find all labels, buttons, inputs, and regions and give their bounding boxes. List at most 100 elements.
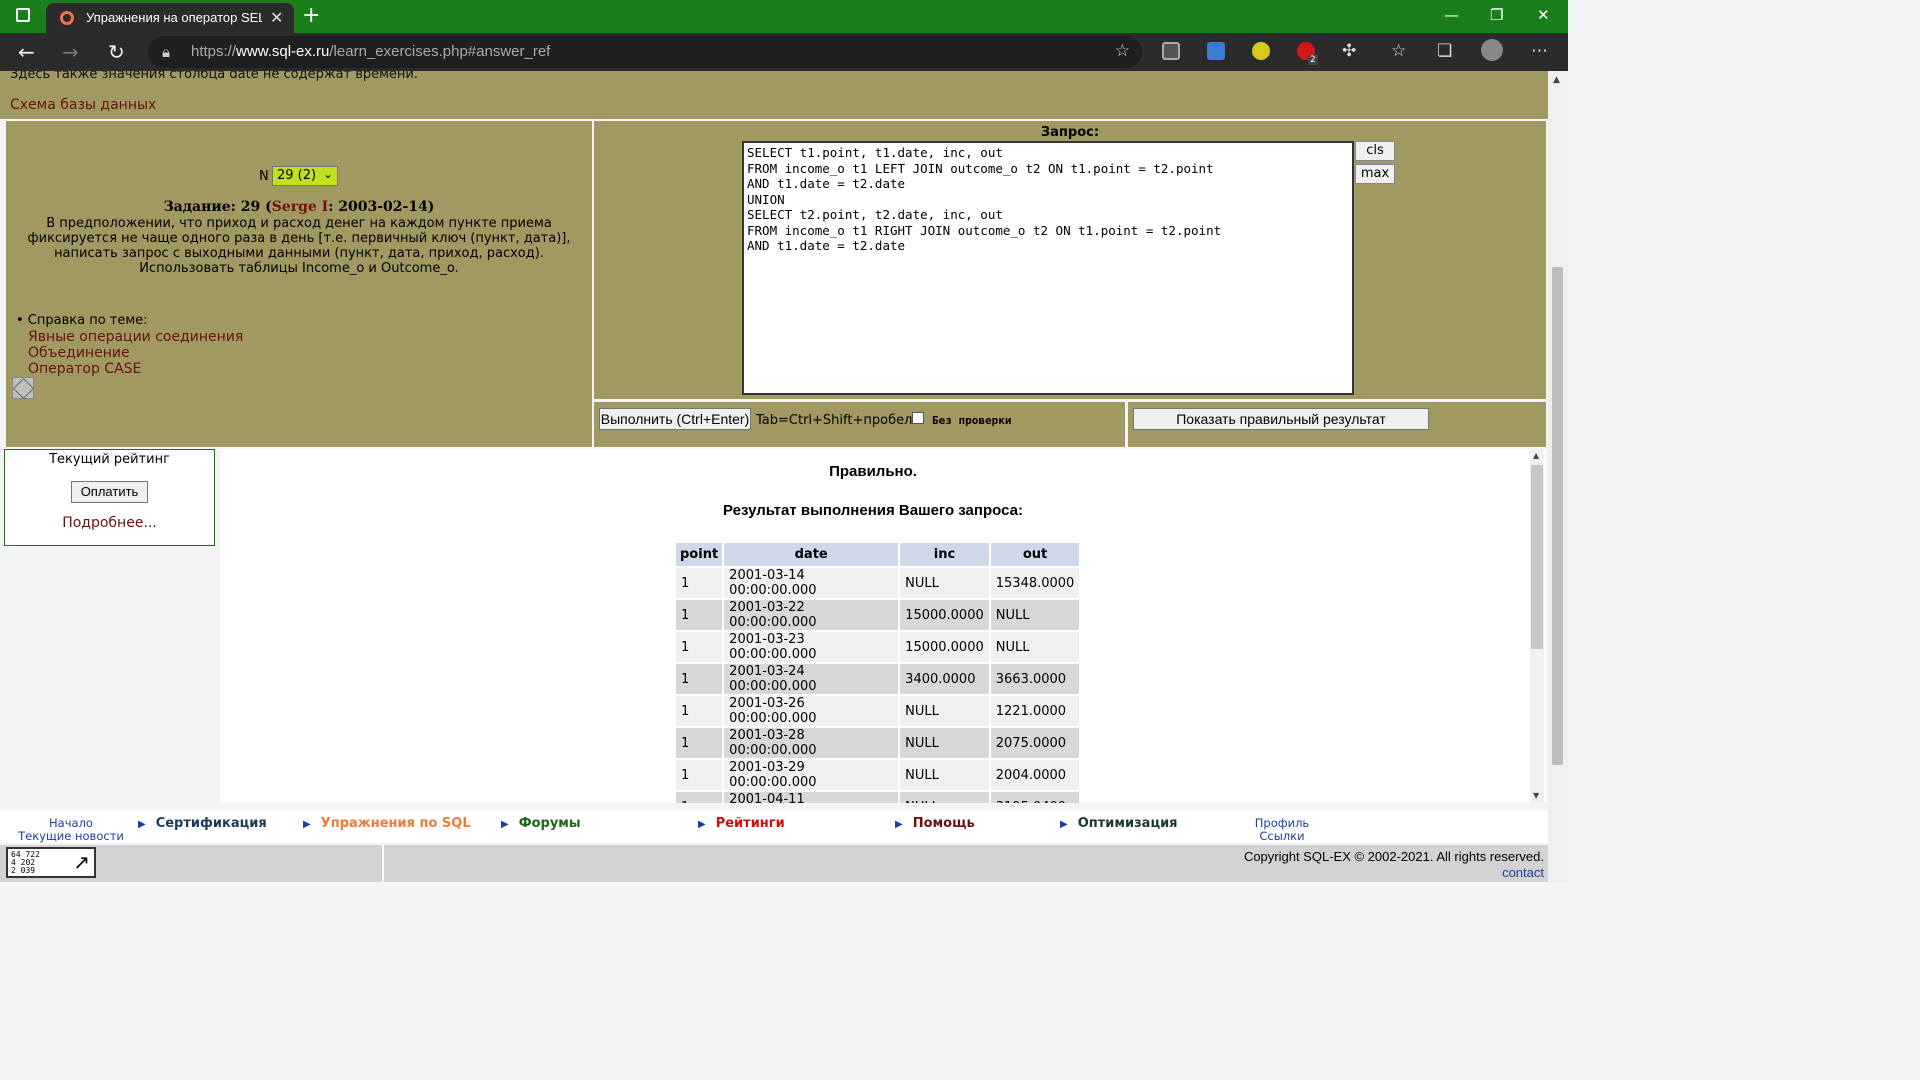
show-correct-result-button[interactable]: Показать правильный результат xyxy=(1133,408,1429,430)
refresh-icon[interactable]: ↻ xyxy=(108,40,125,64)
result-controls: Показать правильный результат xyxy=(1128,402,1546,447)
visit-counter[interactable]: 64 722 4 202 2 039 ↗ xyxy=(6,847,96,878)
nav-certification[interactable]: ▶ Сертификация xyxy=(138,816,267,831)
table-row: 1 2001-03-24 00:00:00.000 3400.0000 3663.00… xyxy=(676,664,1080,694)
maximize-button[interactable]: max xyxy=(1355,164,1395,184)
table-cell: 2075.0000 xyxy=(990,728,1080,758)
table-cell: 1 xyxy=(676,664,723,694)
bottom-bar: 64 722 4 202 2 039 ↗ Copyright SQL-EX © … xyxy=(0,845,1548,882)
footer-navigation: Начало Текущие новости ▶ Сертификация ▶ Уп… xyxy=(0,811,1548,843)
table-row: 1 2001-03-28 00:00:00.000 NULL 2075.0000 xyxy=(676,728,1080,758)
db-schema-link[interactable]: Схема базы данных xyxy=(10,97,156,113)
nav-forums-label: Форумы xyxy=(518,816,581,831)
help-link-union[interactable]: Объединение xyxy=(28,345,130,361)
browser-tab[interactable]: Упражнения на оператор SELECT ✕ xyxy=(46,3,294,33)
arrow-right-icon: ▶ xyxy=(303,819,311,830)
table-cell: 1 xyxy=(676,728,723,758)
address-bar[interactable]: 🔒︎ https://www.sql-ex.ru/learn_exercises… xyxy=(148,36,1142,68)
table-cell: 1 xyxy=(676,696,723,726)
run-controls: Выполнить (Ctrl+Enter) Tab=Ctrl+Shift+пр… xyxy=(594,402,1125,447)
collections-icon[interactable]: ❏ xyxy=(1437,41,1452,61)
task-number-label: N xyxy=(259,169,269,184)
arrow-right-icon: ▶ xyxy=(895,819,903,830)
translate-icon[interactable] xyxy=(1207,42,1225,60)
minimize-icon[interactable]: — xyxy=(1444,6,1459,24)
no-check-label: Без проверки xyxy=(932,414,1012,427)
more-menu-icon[interactable]: ⋯ xyxy=(1531,41,1548,61)
tab-actions-icon[interactable] xyxy=(16,8,30,22)
table-cell: 15348.0000 xyxy=(990,568,1080,598)
task-number-select[interactable]: 29 (2) ⌄ xyxy=(272,166,338,186)
table-cell: 15000.0000 xyxy=(900,632,989,662)
table-row: 1 2001-03-14 00:00:00.000 NULL 15348.0000 xyxy=(676,568,1080,598)
results-scrollbar[interactable]: ▲ ▼ xyxy=(1530,449,1544,803)
nav-sql-exercises[interactable]: ▶ Упражнения по SQL xyxy=(303,816,471,831)
results-scroll-thumb[interactable] xyxy=(1531,465,1543,649)
query-label: Запрос: xyxy=(1040,125,1100,140)
table-cell: 3400.0000 xyxy=(900,664,989,694)
copyright-text: Copyright SQL-EX © 2002-2021. All rights… xyxy=(1243,849,1544,864)
lock-icon[interactable]: 🔒︎ xyxy=(162,43,170,61)
column-header: inc xyxy=(900,543,989,566)
result-body: 1 2001-03-14 00:00:00.000 NULL 15348.0000 1 2… xyxy=(676,568,1080,803)
sql-query-textarea[interactable]: SELECT t1.point, t1.date, inc, out FROM … xyxy=(742,141,1354,395)
divider xyxy=(382,845,384,882)
extension-coin-icon[interactable] xyxy=(1252,42,1270,60)
visit-counter-text: 64 722 4 202 2 039 xyxy=(11,850,40,875)
nav-optimization[interactable]: ▶ Оптимизация xyxy=(1060,816,1178,831)
browser-tab-bar: Упражнения на оператор SELECT ✕ + — ❐ ✕ xyxy=(0,0,1568,33)
profile-avatar[interactable] xyxy=(1481,39,1503,61)
table-cell: NULL xyxy=(900,792,989,803)
table-cell: 1 xyxy=(676,632,723,662)
news-link[interactable]: Текущие новости xyxy=(18,830,124,843)
footer-home-news: Начало Текущие новости xyxy=(18,817,124,843)
task-number-value: 29 (2) xyxy=(277,168,317,183)
clear-button[interactable]: cls xyxy=(1355,141,1395,161)
result-status: Правильно. xyxy=(829,463,917,480)
extensions-puzzle-icon[interactable]: ✣ xyxy=(1342,41,1356,61)
scroll-up-icon[interactable]: ▲ xyxy=(1553,75,1560,85)
run-query-button[interactable]: Выполнить (Ctrl+Enter) xyxy=(599,408,751,430)
links-link[interactable]: Ссылки xyxy=(1236,830,1328,843)
restore-icon[interactable]: ❐ xyxy=(1490,6,1503,24)
task-author[interactable]: Serge I xyxy=(272,199,329,215)
table-row: 1 2001-03-29 00:00:00.000 NULL 2004.0000 xyxy=(676,760,1080,790)
url-text[interactable]: https://www.sql-ex.ru/learn_exercises.ph… xyxy=(191,43,550,60)
more-details-link[interactable]: Подробнее... xyxy=(5,515,214,531)
nav-help[interactable]: ▶ Помощь xyxy=(895,816,975,831)
table-cell: 2001-03-26 00:00:00.000 xyxy=(724,696,899,726)
pay-button[interactable]: Оплатить xyxy=(71,481,148,503)
result-header-row: point date inc out xyxy=(676,543,1080,566)
nav-certification-label: Сертификация xyxy=(155,816,267,831)
close-window-icon[interactable]: ✕ xyxy=(1537,6,1550,24)
back-icon[interactable]: ← xyxy=(18,40,35,64)
help-link-joins[interactable]: Явные операции соединения xyxy=(28,329,243,345)
close-tab-icon[interactable]: ✕ xyxy=(270,8,283,27)
tab-hint-text: Tab=Ctrl+Shift+пробел xyxy=(756,413,913,428)
rating-box: Текущий рейтинг Оплатить Подробнее... xyxy=(4,449,215,546)
page-scroll-thumb[interactable] xyxy=(1552,267,1563,765)
task-panel: N 29 (2) ⌄ Задание: 29 (Serge I: 2003-02… xyxy=(6,121,592,447)
favorite-add-icon[interactable]: ☆ xyxy=(1115,41,1130,61)
table-row: 1 2001-03-26 00:00:00.000 NULL 1221.0000 xyxy=(676,696,1080,726)
nav-sql-exercises-label: Упражнения по SQL xyxy=(320,816,471,831)
nav-ratings[interactable]: ▶ Рейтинги xyxy=(698,816,785,831)
table-cell: NULL xyxy=(900,760,989,790)
contact-link[interactable]: contact xyxy=(1502,865,1544,880)
scroll-down-icon[interactable]: ▼ xyxy=(1533,791,1539,800)
nav-forums[interactable]: ▶ Форумы xyxy=(501,816,581,831)
navigation-diamond-icon[interactable] xyxy=(12,377,34,399)
forward-icon[interactable]: → xyxy=(62,40,79,64)
arrow-up-right-icon: ↗ xyxy=(73,850,90,874)
help-link-case[interactable]: Оператор CASE xyxy=(28,361,141,377)
new-tab-icon[interactable]: + xyxy=(302,3,320,28)
table-row: 12001-04-11 00:00:00.000NULL3195.0400 xyxy=(676,792,1080,803)
no-check-checkbox[interactable] xyxy=(912,412,924,424)
column-header: point xyxy=(676,543,723,566)
scroll-up-icon[interactable]: ▲ xyxy=(1533,451,1539,460)
favorites-icon[interactable]: ☆ xyxy=(1391,41,1406,61)
tab-title: Упражнения на оператор SELECT xyxy=(86,10,262,25)
extension-save-icon[interactable] xyxy=(1162,42,1180,60)
table-cell: 1 xyxy=(676,792,723,803)
page-scrollbar[interactable]: ▲ xyxy=(1548,71,1568,882)
